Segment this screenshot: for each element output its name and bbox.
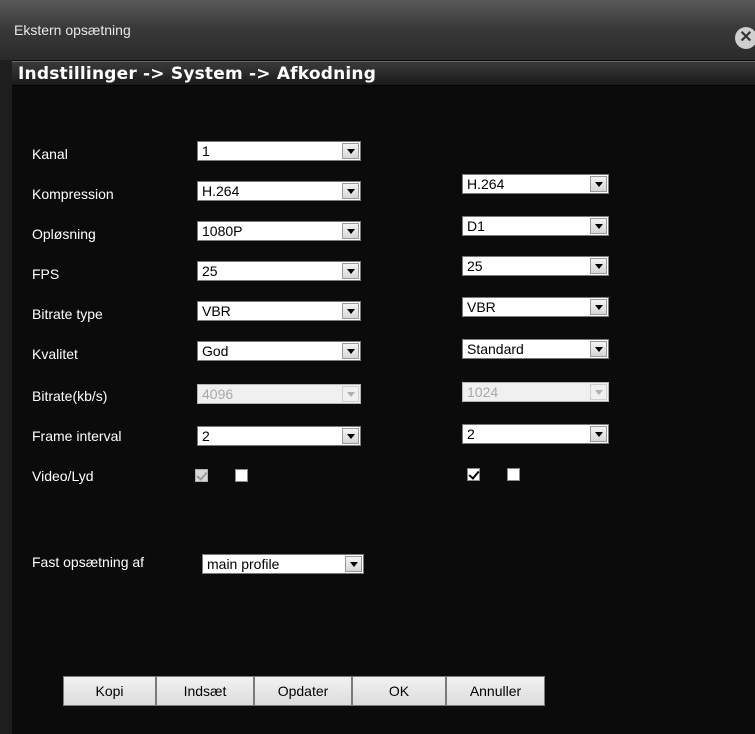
kanal-select[interactable]: 1 [197, 141, 361, 161]
label-video-lyd: Video/Lyd [32, 468, 94, 484]
ok-button[interactable]: OK [352, 676, 446, 706]
main-frame-interval-select[interactable]: 2 [197, 426, 361, 446]
main-bitrate-type-value: VBR [202, 303, 231, 319]
title-bar: Ekstern opsætning ✕ [0, 0, 755, 60]
extra-fps-value: 25 [467, 258, 483, 274]
label-frame-interval: Frame interval [32, 428, 122, 444]
window-left-edge [0, 60, 12, 734]
label-fast-opsaetning: Fast opsætning af [32, 554, 145, 570]
chevron-down-icon [342, 263, 359, 279]
extra-kvalitet-value: Standard [467, 341, 524, 357]
kopi-button[interactable]: Kopi [63, 676, 156, 706]
extra-bitrate-value: 1024 [467, 384, 499, 400]
profile-value: main profile [207, 556, 280, 572]
label-kvalitet: Kvalitet [32, 346, 78, 362]
label-bitrate: Bitrate(kb/s) [32, 388, 108, 404]
extra-video-checkbox[interactable] [467, 468, 480, 481]
extra-oplosning-value: D1 [467, 218, 485, 234]
extra-kvalitet-select[interactable]: Standard [462, 339, 609, 359]
extra-audio-checkbox[interactable] [507, 468, 520, 481]
extra-kompression-select[interactable]: H.264 [462, 174, 609, 194]
label-fps: FPS [32, 266, 60, 282]
kanal-value: 1 [202, 143, 210, 159]
encode-settings-panel: Kanal Kompression Opløsning FPS Bitrate … [12, 86, 755, 734]
chevron-down-icon [342, 343, 359, 359]
chevron-down-icon [590, 176, 607, 192]
label-oplosning: Opløsning [32, 226, 96, 242]
chevron-down-icon [345, 556, 362, 572]
chevron-down-icon [590, 341, 607, 357]
main-video-checkbox [195, 469, 208, 482]
chevron-down-icon [342, 223, 359, 239]
label-kanal: Kanal [32, 146, 68, 162]
settings-window: Ekstern opsætning ✕ Indstillinger -> Sys… [0, 0, 755, 734]
extra-kompression-value: H.264 [467, 176, 505, 192]
annuller-button[interactable]: Annuller [446, 676, 545, 706]
main-oplosning-value: 1080P [202, 223, 243, 239]
extra-bitrate-select: 1024 [462, 382, 609, 402]
chevron-down-icon [342, 428, 359, 444]
indsaet-button[interactable]: Indsæt [156, 676, 254, 706]
main-kompression-value: H.264 [202, 183, 240, 199]
main-audio-checkbox[interactable] [235, 469, 248, 482]
label-bitrate-type: Bitrate type [32, 306, 103, 322]
breadcrumb: Indstillinger -> System -> Afkodning [18, 64, 377, 84]
chevron-down-icon [590, 299, 607, 315]
label-kompression: Kompression [32, 186, 114, 202]
chevron-down-icon [590, 258, 607, 274]
chevron-down-icon [342, 303, 359, 319]
extra-frame-interval-value: 2 [467, 426, 475, 442]
main-bitrate-type-select[interactable]: VBR [197, 301, 361, 321]
main-fps-select[interactable]: 25 [197, 261, 361, 281]
extra-oplosning-select[interactable]: D1 [462, 216, 609, 236]
main-oplosning-select[interactable]: 1080P [197, 221, 361, 241]
extra-bitrate-type-value: VBR [467, 299, 496, 315]
main-kompression-select[interactable]: H.264 [197, 181, 361, 201]
main-bitrate-select: 4096 [197, 384, 361, 404]
extra-bitrate-type-select[interactable]: VBR [462, 297, 609, 317]
chevron-down-icon [590, 384, 607, 400]
chevron-down-icon [590, 426, 607, 442]
main-bitrate-value: 4096 [202, 386, 234, 402]
chevron-down-icon [342, 183, 359, 199]
main-frame-interval-value: 2 [202, 428, 210, 444]
extra-fps-select[interactable]: 25 [462, 256, 609, 276]
extra-frame-interval-select[interactable]: 2 [462, 424, 609, 444]
close-icon[interactable]: ✕ [735, 27, 755, 49]
main-kvalitet-select[interactable]: God [197, 341, 361, 361]
chevron-down-icon [342, 143, 359, 159]
breadcrumb-bar: Indstillinger -> System -> Afkodning [12, 61, 755, 86]
main-fps-value: 25 [202, 263, 218, 279]
window-title: Ekstern opsætning [14, 22, 131, 38]
chevron-down-icon [342, 386, 359, 402]
profile-select[interactable]: main profile [202, 554, 364, 574]
chevron-down-icon [590, 218, 607, 234]
main-kvalitet-value: God [202, 343, 229, 359]
opdater-button[interactable]: Opdater [254, 676, 352, 706]
